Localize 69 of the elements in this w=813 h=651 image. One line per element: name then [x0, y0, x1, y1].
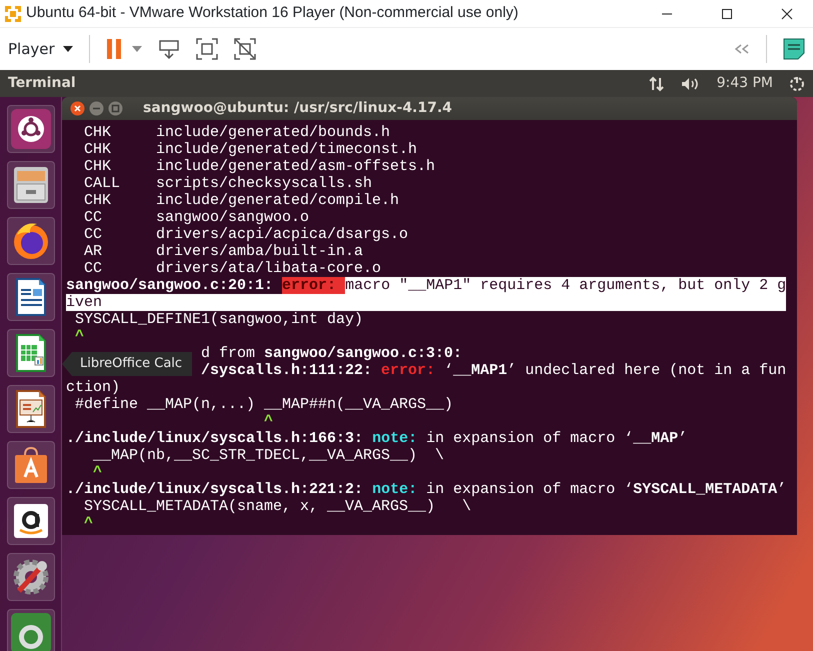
terminal-text: CHK include/generated/compile.h	[83, 192, 400, 209]
terminal-text: note:	[372, 430, 418, 447]
terminal-text: ./include/linux/syscalls.h:166:3:	[66, 430, 364, 447]
terminal-text: CC sangwoo/sangwoo.o	[83, 209, 310, 226]
terminal-text: CALL scripts/checksyscalls.sh	[83, 175, 372, 192]
terminal-text: sangwoo/sangwoo.c:3:0:	[264, 345, 462, 362]
caret-icon[interactable]	[132, 46, 142, 52]
launcher-item[interactable]	[6, 161, 54, 209]
terminal-text: CC drivers/ata/libata-core.o	[83, 260, 382, 277]
caret-marker: ^	[83, 515, 94, 532]
clock[interactable]: 9:43 PM	[716, 73, 773, 94]
terminal-text: error:	[282, 277, 346, 294]
terminal-text: SYSCALL_METADATA	[633, 481, 778, 498]
terminal-text: ‘	[443, 362, 454, 379]
launcher-item[interactable]	[6, 553, 54, 601]
maximize-icon[interactable]	[721, 8, 733, 20]
player-menu[interactable]: Player	[8, 38, 73, 60]
app-name: Terminal	[8, 74, 76, 93]
caret-marker: ^	[74, 328, 84, 345]
launcher-item[interactable]	[6, 273, 54, 321]
close-icon[interactable]	[70, 101, 85, 116]
launcher-item[interactable]	[6, 497, 54, 545]
launcher-item[interactable]	[6, 441, 54, 489]
close-icon[interactable]	[781, 8, 793, 20]
power-icon[interactable]	[789, 76, 805, 92]
terminal-text: macro "__MAP1" requires 4 arguments, but only 2 g	[345, 277, 786, 294]
network-icon[interactable]	[648, 76, 665, 92]
launcher-item[interactable]	[6, 385, 54, 433]
window-title: Ubuntu 64-bit - VMware Workstation 16 Player (Non-commercial use only)	[26, 3, 518, 24]
send-keys-icon[interactable]	[158, 38, 180, 60]
terminal-text: in expansion of macro ‘	[425, 430, 634, 447]
terminal-text: CHK include/generated/timeconst.h	[83, 141, 418, 158]
terminal-text: error:	[381, 362, 436, 379]
collapse-icon[interactable]	[734, 44, 750, 54]
tooltip: LibreOffice Calc	[62, 352, 192, 376]
terminal-text: CC drivers/acpi/acpica/dsargs.o	[83, 226, 408, 243]
unity-icon[interactable]	[234, 38, 256, 60]
pause-icon[interactable]	[106, 38, 122, 60]
terminal-text: #define __MAP(n,...) __MAP##n(__VA_ARGS__)	[74, 396, 454, 413]
terminal-text: SYSCALL_METADATA(sname, x, __VA_ARGS__) \	[83, 498, 472, 515]
terminal-text: AR drivers/amba/built-in.a	[83, 243, 364, 260]
terminal-text: in expansion of macro ‘	[425, 481, 634, 498]
terminal-text: sangwoo/sangwoo.c:20:1:	[66, 277, 274, 294]
terminal-title: sangwoo@ubuntu: /usr/src/linux-4.17.4	[143, 99, 452, 118]
terminal-text: iven	[66, 294, 786, 311]
terminal-text: SYSCALL_DEFINE1(sangwoo,int day)	[74, 311, 364, 328]
terminal-text: ’ undeclared here (not in a fun	[507, 362, 786, 379]
caret-marker: ^	[92, 464, 102, 481]
terminal-text: /syscalls.h:111:22:	[201, 362, 374, 379]
launcher-item[interactable]	[6, 609, 54, 651]
terminal-text: note:	[372, 481, 418, 498]
terminal-text: CHK include/generated/asm-offsets.h	[83, 158, 436, 175]
terminal-text: __MAP1	[453, 362, 508, 379]
terminal-text: __MAP	[633, 430, 678, 447]
fullscreen-icon[interactable]	[196, 38, 218, 60]
terminal-text: ction)	[66, 379, 120, 396]
terminal-text: d from	[201, 345, 256, 362]
launcher-item[interactable]	[6, 217, 54, 265]
launcher-item[interactable]	[6, 105, 54, 153]
note-icon[interactable]	[783, 38, 805, 60]
terminal-text: ’	[777, 481, 786, 498]
caret-marker: ^	[263, 413, 274, 430]
terminal-text: ./include/linux/syscalls.h:221:2:	[66, 481, 364, 498]
caret-icon	[62, 46, 73, 52]
terminal-text: __MAP(nb,__SC_STR_TDECL,__VA_ARGS__) \	[92, 447, 444, 464]
terminal-text: CHK include/generated/bounds.h	[83, 124, 390, 141]
launcher-item[interactable]	[6, 329, 54, 377]
app-logo-icon	[4, 4, 22, 22]
terminal-text: ’	[678, 430, 688, 447]
